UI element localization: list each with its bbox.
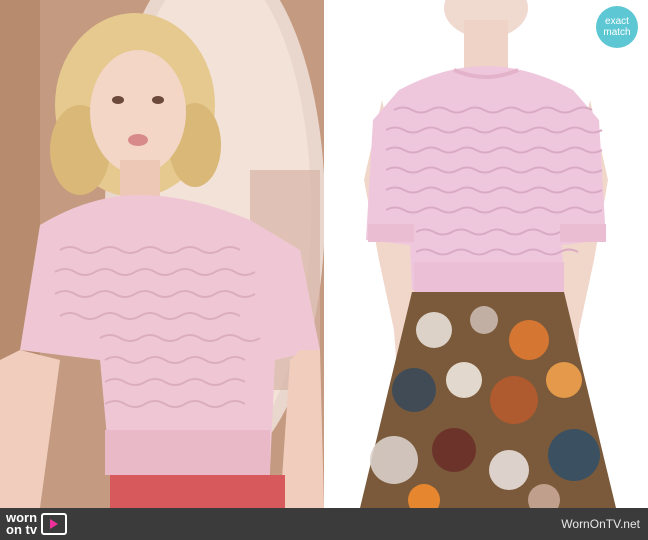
logo-line-2: on tv: [6, 522, 38, 537]
product-photo: exact match: [324, 0, 648, 508]
site-name[interactable]: WornOnTV.net: [561, 517, 640, 531]
tv-still-photo: [0, 0, 324, 508]
badge-line-1: exact: [605, 16, 629, 27]
exact-match-badge: exact match: [596, 6, 638, 48]
tv-play-icon: [41, 513, 68, 535]
product-illustration: [324, 0, 648, 508]
tv-still-illustration: [0, 0, 324, 508]
footer-bar: worn on tv WornOnTV.net: [0, 508, 648, 540]
badge-line-2: match: [603, 27, 631, 38]
wornontv-logo[interactable]: worn on tv: [6, 511, 68, 537]
